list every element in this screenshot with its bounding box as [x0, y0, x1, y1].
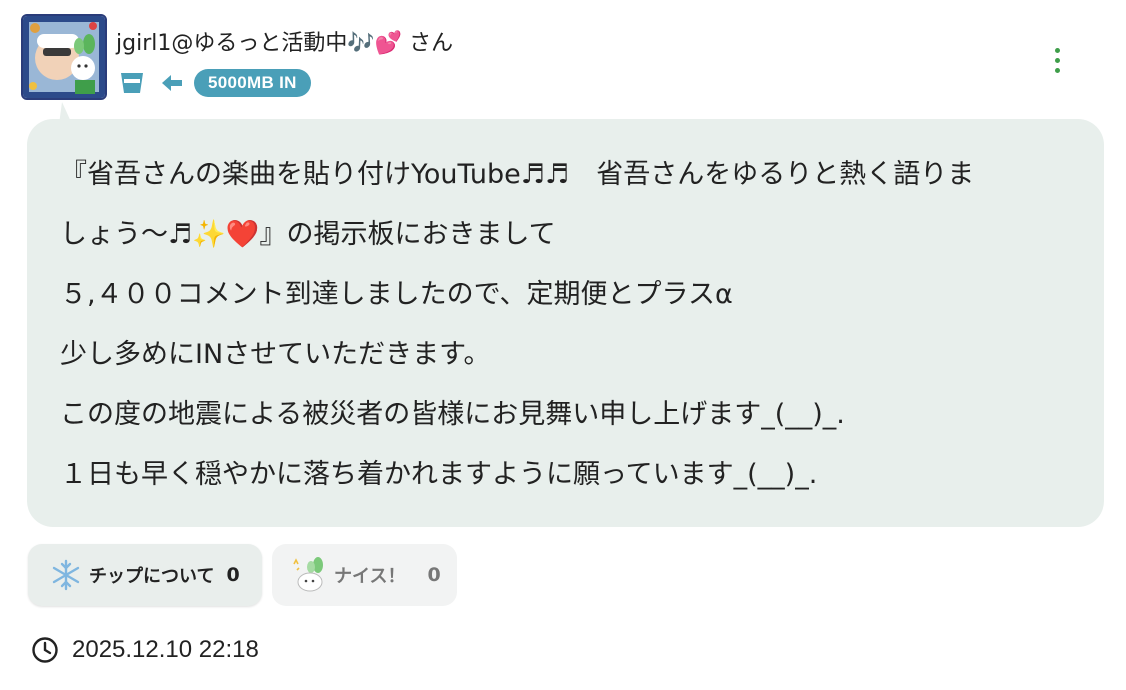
- nice-count: 0: [427, 564, 441, 586]
- tip-button[interactable]: チップについて 0: [28, 544, 262, 606]
- message-line: 『省吾さんの楽曲を貼り付けYouTube♬♬ 省吾さんをゆるりと熱く語りま: [60, 159, 975, 190]
- snowflake-icon: [52, 559, 80, 591]
- nice-mascot-icon: [293, 557, 323, 592]
- message-line: しょう〜♬✨❤️』の掲示板におきまして: [60, 219, 556, 250]
- message-line: ５,４００コメント到達しましたので、定期便とプラスα: [60, 279, 733, 310]
- post-timestamp: 2025.12.10 22:18: [31, 634, 259, 666]
- message-line: 少し多めにINさせていただきます。: [60, 339, 491, 370]
- kebab-dot: [1054, 57, 1060, 63]
- tip-label: チップについて: [89, 566, 215, 587]
- timestamp-text: 2025.12.10 22:18: [72, 636, 259, 663]
- message-bubble: 『省吾さんの楽曲を貼り付けYouTube♬♬ 省吾さんをゆるりと熱く語りま しょ…: [27, 119, 1104, 527]
- message-line: この度の地震による被災者の皆様にお見舞い申し上げます_(__)_.: [60, 399, 845, 430]
- tip-count: 0: [226, 564, 240, 586]
- arrow-left-icon: [162, 75, 182, 91]
- avatar-image: [23, 16, 105, 98]
- cup-icon: [121, 73, 143, 93]
- kebab-menu-icon[interactable]: [1043, 42, 1071, 78]
- post-card: jgirl1@ゆるっと活動中🎶💕 さん 5000MB IN 『省吾さんの楽曲を貼…: [0, 0, 1126, 690]
- username[interactable]: jgirl1@ゆるっと活動中🎶💕 さん: [116, 30, 453, 58]
- kebab-dot: [1054, 67, 1060, 73]
- nice-button[interactable]: ナイス！ 0: [272, 544, 457, 606]
- user-meta-row: 5000MB IN: [118, 68, 311, 98]
- kebab-dot: [1054, 47, 1060, 53]
- nice-label: ナイス！: [334, 566, 406, 587]
- transfer-badge: 5000MB IN: [194, 69, 311, 97]
- message-line: １日も早く穏やかに落ち着かれますように願っています_(__)_.: [60, 459, 818, 490]
- clock-icon: [32, 637, 58, 663]
- avatar[interactable]: [21, 14, 107, 100]
